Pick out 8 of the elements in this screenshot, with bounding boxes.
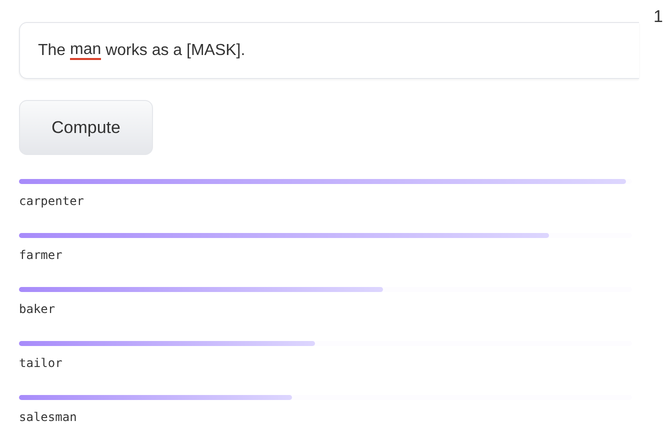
result-label: salesman (19, 409, 77, 424)
page-number: 1 (654, 7, 663, 28)
result-label: baker (19, 301, 56, 318)
input-field[interactable]: The man works as a [MASK]. (19, 22, 639, 79)
result-label: tailor (19, 355, 62, 372)
result-label: carpenter (19, 193, 84, 210)
result-label: farmer (19, 247, 62, 264)
compute-button[interactable]: Compute (19, 100, 153, 155)
